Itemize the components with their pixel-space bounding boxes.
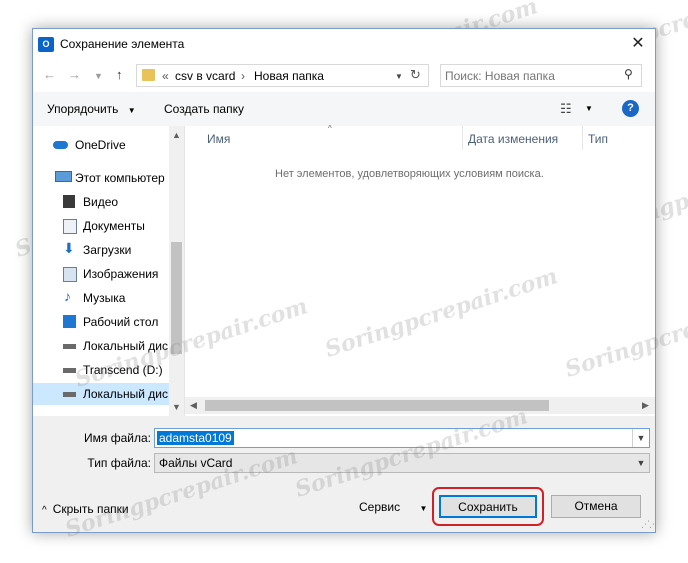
documents-icon [63,219,77,234]
sidebar-item-label: Этот компьютер [75,171,165,185]
download-icon: ⬇ [63,240,75,256]
column-divider[interactable] [462,126,463,150]
address-dropdown-icon[interactable]: ▼ [395,72,403,81]
drive-icon [63,392,76,397]
sidebar-item-transcend-d[interactable]: Transcend (D:) [33,359,169,381]
computer-icon [55,171,72,182]
navigation-pane: OneDrive Этот компьютер Видео Документы … [33,126,185,416]
resize-grip-icon[interactable]: ⋰⋰ [641,519,655,530]
sidebar-item-label: Документы [83,219,145,233]
drive-icon [63,368,76,373]
scroll-left-icon[interactable]: ◀ [190,400,197,411]
filename-label: Имя файла: [84,431,151,445]
desktop-icon [63,315,76,328]
sidebar-item-label: Локальный дис [83,339,168,353]
breadcrumb-item[interactable]: Новая папка [254,69,324,83]
video-icon [63,195,75,208]
filename-value[interactable]: adamsta0109 [157,431,234,445]
breadcrumb-overflow[interactable]: « [162,69,169,83]
cloud-icon [53,141,68,149]
view-options-icon[interactable]: ☷ [560,101,572,117]
scroll-up-icon[interactable]: ▲ [172,130,181,140]
sidebar-item-desktop[interactable]: Рабочий стол [33,311,169,333]
sidebar-item-music[interactable]: ♪ Музыка [33,287,169,309]
tools-button[interactable]: Сервис ▼ [359,500,427,514]
music-icon: ♪ [64,288,71,304]
address-row: ← → ▼ ↑ « csv в vcard › Новая папка ▼ ↻ … [33,60,655,92]
organize-button[interactable]: Упорядочить ▼ [47,102,136,116]
sidebar-item-label: Музыка [83,291,126,305]
sidebar-item-label: Видео [83,195,119,209]
outlook-icon: O [38,37,54,52]
sidebar-item-this-pc[interactable]: Этот компьютер [33,167,169,189]
sidebar-item-label: Transcend (D:) [83,363,163,377]
save-button[interactable]: Сохранить [439,495,537,518]
sidebar-item-documents[interactable]: Документы [33,215,169,237]
horizontal-scrollbar[interactable]: ◀ ▶ [185,397,655,414]
hide-folders-button[interactable]: ^ Скрыть папки [42,502,129,516]
organize-label: Упорядочить [47,102,119,116]
column-header-date[interactable]: Дата изменения [468,132,558,146]
chevron-down-icon: ▼ [127,106,136,115]
empty-state-message: Нет элементов, удовлетворяющих условиям … [275,168,544,180]
filetype-value: Файлы vCard [159,456,233,470]
chevron-down-icon: ▼ [419,504,428,513]
sidebar-item-label: Загрузки [83,243,132,257]
filename-input[interactable]: adamsta0109 ▼ [154,428,650,448]
sidebar-item-label: Рабочий стол [83,315,159,329]
new-folder-button[interactable]: Создать папку [164,102,244,116]
sidebar-scrollbar[interactable]: ▲ ▼ [169,126,184,416]
search-icon[interactable]: ⚲ [624,67,633,81]
sort-ascending-icon: ^ [328,124,332,133]
scrollbar-thumb[interactable] [205,400,549,411]
filetype-label: Тип файла: [87,456,151,470]
chevron-up-icon: ^ [42,505,47,516]
sidebar-item-label: Локальный дис [83,387,168,401]
title-bar: O Сохранение элемента ✕ [33,29,655,60]
file-list-pane: ^ Имя Дата изменения Тип Нет элементов, … [185,124,655,416]
search-box[interactable]: ⚲ [440,64,642,87]
filetype-select[interactable]: Файлы vCard ▼ [154,453,650,473]
command-toolbar: Упорядочить ▼ Создать папку ☷ ▼ ? [33,92,655,127]
scrollbar-thumb[interactable] [171,242,182,354]
up-arrow-icon[interactable]: ↑ [116,67,123,82]
column-divider[interactable] [582,126,583,150]
view-dropdown-icon[interactable]: ▼ [585,104,593,113]
save-dialog: O Сохранение элемента ✕ ← → ▼ ↑ « csv в … [32,28,656,533]
address-bar[interactable]: « csv в vcard › Новая папка ▼ ↻ [136,64,429,87]
refresh-icon[interactable]: ↻ [410,67,421,83]
column-header-name[interactable]: Имя [207,132,230,146]
sidebar-item-local-disk-c[interactable]: Локальный дис [33,335,169,357]
search-input[interactable] [445,67,615,84]
tools-label: Сервис [359,500,401,514]
sidebar-item-local-disk-e[interactable]: Локальный дис [33,383,169,405]
sidebar-item-label: Изображения [83,267,159,281]
folder-icon [142,69,155,81]
window-title: Сохранение элемента [60,37,185,51]
help-icon[interactable]: ? [622,100,639,117]
back-arrow-icon[interactable]: ← [43,67,56,82]
sidebar-item-pictures[interactable]: Изображения [33,263,169,285]
forward-arrow-icon[interactable]: → [68,67,81,82]
sidebar-item-downloads[interactable]: ⬇ Загрузки [33,239,169,261]
recent-chevron-icon[interactable]: ▼ [94,71,103,81]
breadcrumb-item[interactable]: csv в vcard [175,69,235,83]
filetype-dropdown-icon[interactable]: ▼ [633,454,649,472]
drive-icon [63,344,76,349]
sidebar-item-label: OneDrive [75,138,126,152]
pictures-icon [63,267,77,282]
scroll-down-icon[interactable]: ▼ [172,402,181,412]
scroll-right-icon[interactable]: ▶ [642,400,649,411]
hide-folders-label: Скрыть папки [52,502,129,516]
breadcrumb-separator[interactable]: › [241,69,245,83]
sidebar-item-onedrive[interactable]: OneDrive [33,134,169,156]
close-icon[interactable]: ✕ [627,33,649,55]
filename-dropdown-icon[interactable]: ▼ [632,429,649,447]
column-header-type[interactable]: Тип [588,132,608,146]
sidebar-item-video[interactable]: Видео [33,191,169,213]
cancel-button[interactable]: Отмена [551,495,641,518]
